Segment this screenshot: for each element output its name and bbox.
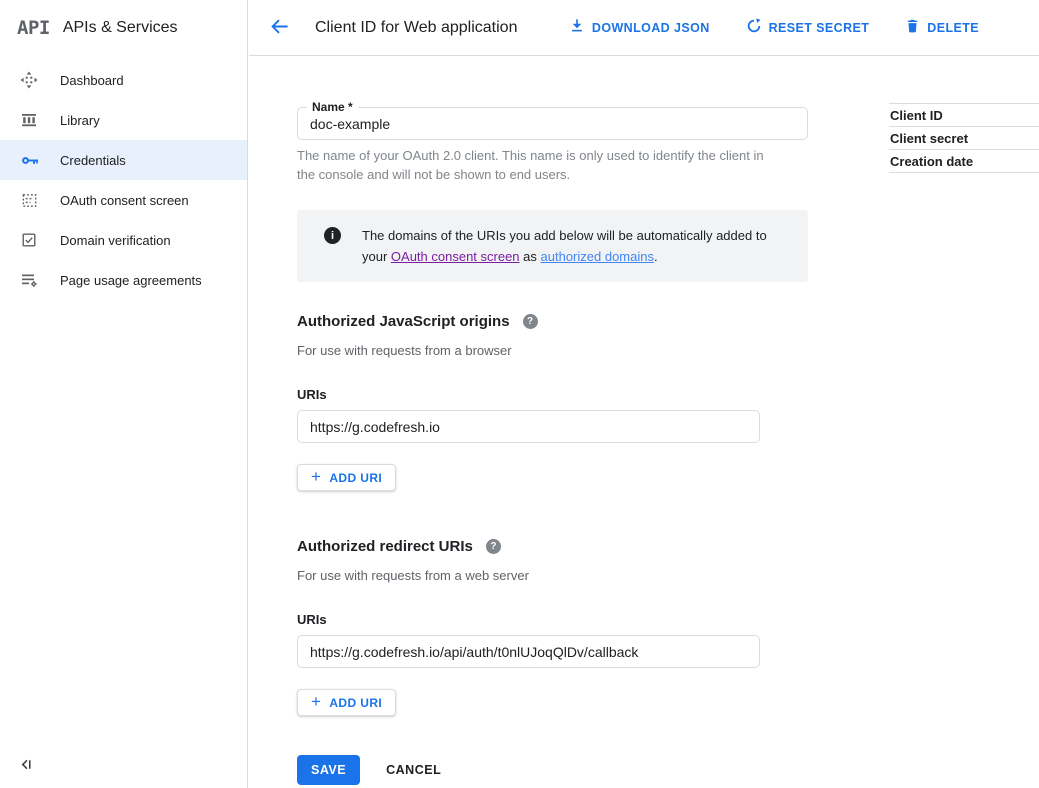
save-button[interactable]: SAVE (297, 755, 360, 785)
sidebar-item-domain-verification[interactable]: Domain verification (0, 220, 247, 260)
redirect-uris-help-icon[interactable]: ? (486, 539, 501, 554)
info-note: i The domains of the URIs you add below … (297, 210, 808, 282)
sidebar-item-label: Dashboard (60, 73, 124, 88)
sidebar-nav: Dashboard Library (0, 60, 247, 300)
redirect-uris-subtitle: For use with requests from a web server (297, 568, 808, 583)
sidebar-item-label: Page usage agreements (60, 273, 202, 288)
collapse-sidebar-icon (19, 760, 34, 775)
detail-label: Creation date (890, 154, 973, 169)
plus-icon: + (311, 468, 321, 485)
sidebar-item-oauth-consent-screen[interactable]: OAuth consent screen (0, 180, 247, 220)
back-button[interactable] (266, 15, 292, 41)
detail-label: Client ID (890, 108, 943, 123)
oauth-consent-screen-link[interactable]: OAuth consent screen (391, 249, 520, 264)
dashboard-icon (19, 70, 39, 90)
plus-icon: + (311, 693, 321, 710)
add-js-origin-uri-button[interactable]: + ADD URI (297, 464, 396, 491)
add-uri-label: ADD URI (329, 471, 382, 485)
delete-button[interactable]: DELETE (905, 18, 979, 37)
authorized-domains-link[interactable]: authorized domains (541, 249, 654, 264)
sidebar-item-library[interactable]: Library (0, 100, 247, 140)
reset-secret-button[interactable]: RESET SECRET (746, 18, 870, 37)
reset-secret-label: RESET SECRET (769, 21, 870, 35)
trash-icon (905, 18, 920, 37)
redirect-uri-field (297, 635, 760, 668)
detail-label: Client secret (890, 131, 968, 146)
sidebar-item-label: Library (60, 113, 100, 128)
download-json-button[interactable]: DOWNLOAD JSON (569, 18, 710, 37)
download-json-label: DOWNLOAD JSON (592, 21, 710, 35)
collapse-sidebar-button[interactable] (16, 756, 36, 776)
name-field-label: Name * (307, 100, 358, 114)
consent-screen-icon (19, 190, 39, 210)
info-icon: i (324, 227, 341, 244)
api-logo: API (17, 17, 50, 39)
redirect-uris-heading: Authorized redirect URIs (297, 538, 473, 555)
client-details-panel: Client ID Client secret Creation date (889, 103, 1039, 173)
redirect-uris-label: URIs (297, 612, 808, 627)
js-origins-uris-label: URIs (297, 387, 808, 402)
info-text-between: as (520, 249, 541, 264)
page-title: Client ID for Web application (315, 19, 517, 37)
cancel-button[interactable]: CANCEL (386, 763, 441, 777)
sidebar-item-label: OAuth consent screen (60, 193, 189, 208)
sidebar-item-label: Credentials (60, 153, 126, 168)
library-icon (19, 110, 39, 130)
sidebar-item-credentials[interactable]: Credentials (0, 140, 247, 180)
detail-row-client-id: Client ID (889, 103, 1039, 126)
header-actions: DOWNLOAD JSON RESET SECRET DELETE (569, 18, 1039, 37)
delete-label: DELETE (927, 21, 979, 35)
detail-row-client-secret: Client secret (889, 126, 1039, 149)
download-icon (569, 18, 585, 37)
page-usage-agreements-icon (19, 270, 39, 290)
add-uri-label: ADD URI (329, 696, 382, 710)
sidebar-item-label: Domain verification (60, 233, 171, 248)
redirect-uri-input[interactable] (298, 636, 759, 667)
sidebar-item-page-usage-agreements[interactable]: Page usage agreements (0, 260, 247, 300)
page-header: Client ID for Web application DOWNLOAD J… (249, 0, 1039, 56)
name-helper-text: The name of your OAuth 2.0 client. This … (297, 146, 777, 184)
key-icon (19, 150, 39, 170)
product-title: APIs & Services (63, 19, 178, 37)
js-origin-uri-input[interactable] (298, 411, 759, 442)
domain-verification-icon (19, 230, 39, 250)
info-note-text: The domains of the URIs you add below wi… (362, 225, 788, 267)
add-redirect-uri-button[interactable]: + ADD URI (297, 689, 396, 716)
js-origins-help-icon[interactable]: ? (523, 314, 538, 329)
back-arrow-icon (269, 16, 290, 40)
js-origin-uri-field (297, 410, 760, 443)
sidebar-item-dashboard[interactable]: Dashboard (0, 60, 247, 100)
sidebar: API APIs & Services Dashboard (0, 0, 248, 788)
detail-row-creation-date: Creation date (889, 149, 1039, 172)
name-input[interactable] (298, 108, 807, 139)
name-field: Name * (297, 107, 808, 140)
sidebar-header: API APIs & Services (0, 0, 247, 56)
refresh-icon (746, 18, 762, 37)
info-text-after: . (654, 249, 658, 264)
js-origins-subtitle: For use with requests from a browser (297, 343, 808, 358)
js-origins-heading: Authorized JavaScript origins (297, 313, 510, 330)
